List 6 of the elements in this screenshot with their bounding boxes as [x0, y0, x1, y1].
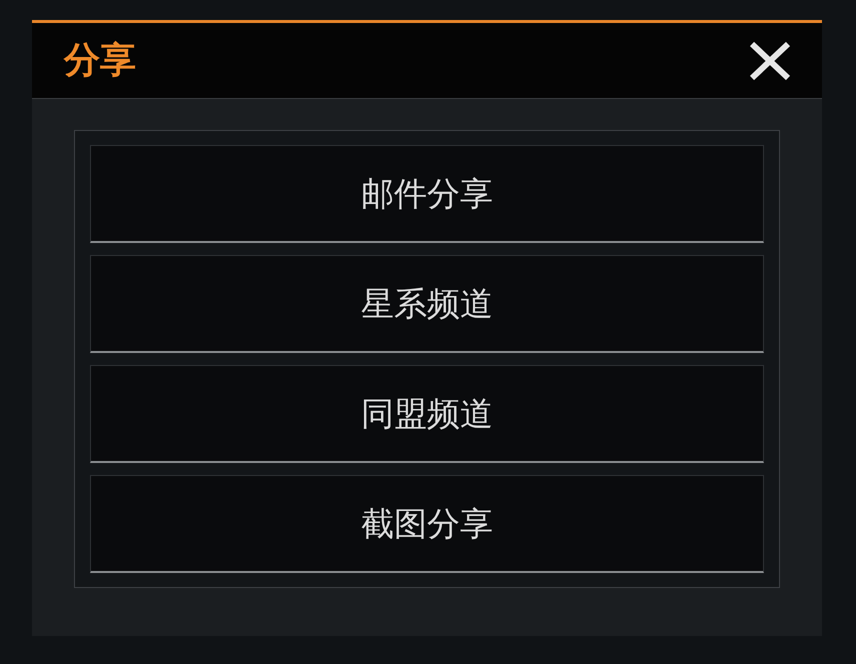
dialog-title: 分享	[64, 42, 136, 78]
share-option-button[interactable]: 邮件分享	[90, 145, 764, 243]
close-icon	[749, 40, 791, 80]
share-option-button[interactable]: 同盟频道	[90, 365, 764, 463]
share-option-button[interactable]: 截图分享	[90, 475, 764, 573]
share-option-button[interactable]: 星系频道	[90, 255, 764, 353]
